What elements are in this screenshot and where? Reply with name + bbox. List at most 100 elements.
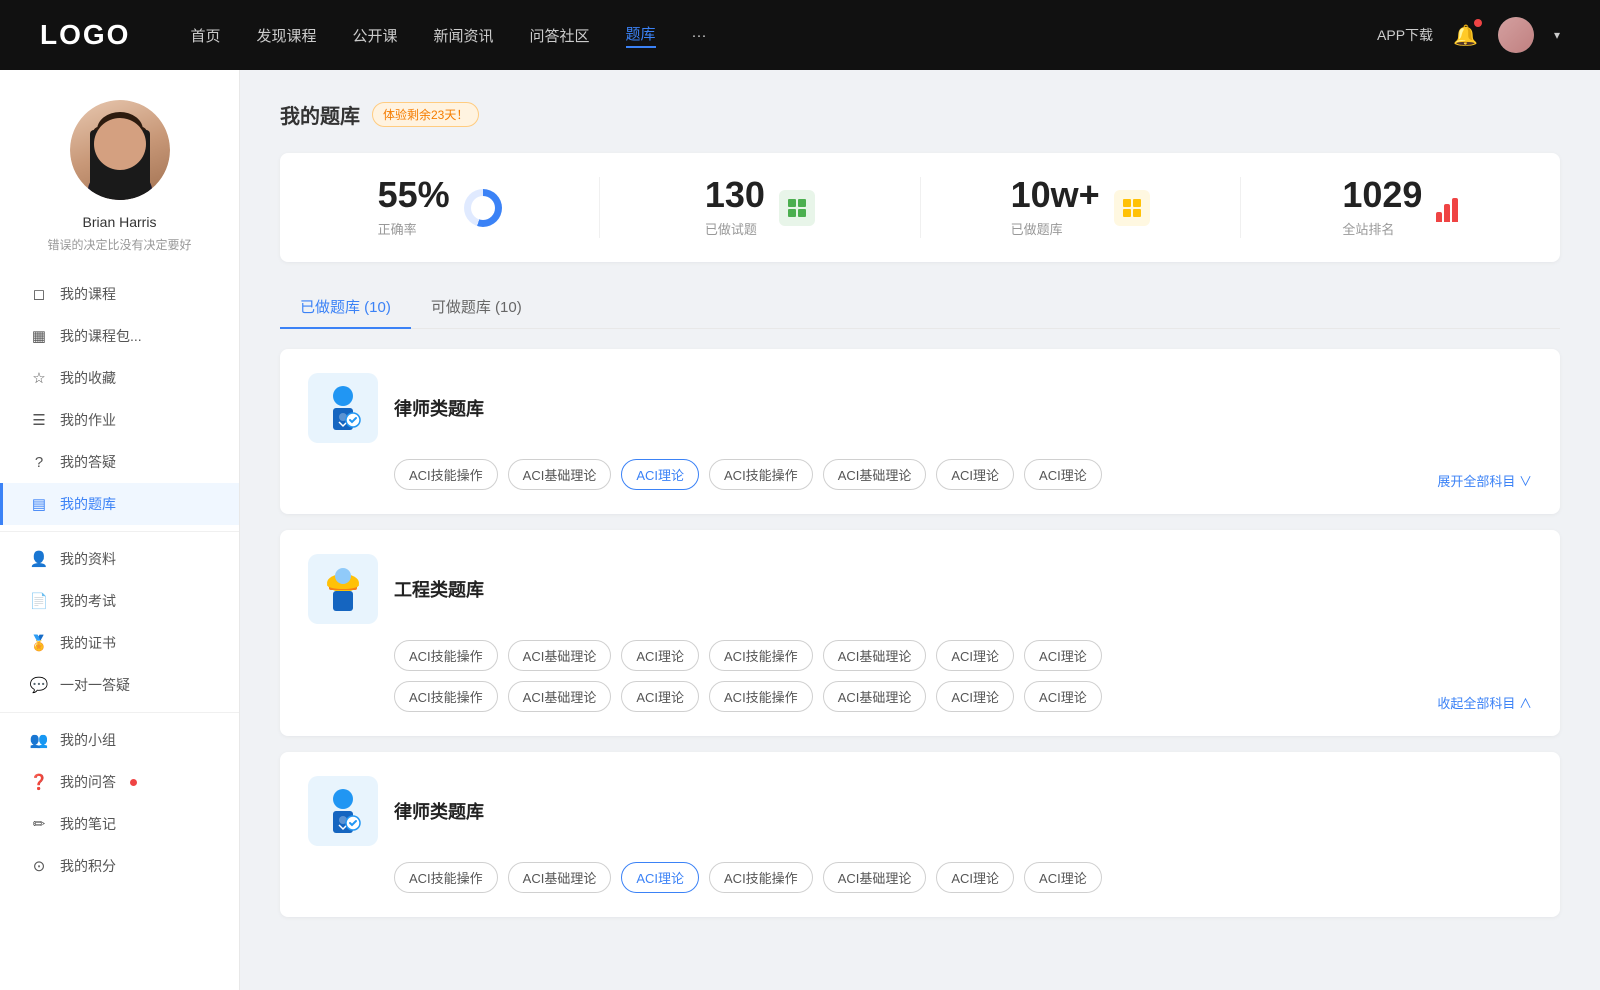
qbank-tag-2-0-2[interactable]: ACI理论 bbox=[621, 640, 699, 671]
sidebar-item-my-course[interactable]: ◻ 我的课程 bbox=[0, 273, 239, 315]
tab-available-qbank[interactable]: 可做题库 (10) bbox=[411, 286, 542, 329]
qbank-tag-2-1-0[interactable]: ACI技能操作 bbox=[394, 681, 498, 712]
qbank-tag-1-4[interactable]: ACI基础理论 bbox=[823, 459, 927, 490]
qbank-tags-3: ACI技能操作 ACI基础理论 ACI理论 ACI技能操作 ACI基础理论 AC… bbox=[394, 862, 1532, 893]
qbank-title-1: 律师类题库 bbox=[394, 395, 484, 421]
user-dropdown-arrow[interactable]: ▾ bbox=[1554, 28, 1560, 42]
main-content: 我的题库 体验剩余23天！ 55% 正确率 130 已做试题 bbox=[240, 70, 1600, 990]
qbank-tag-2-0-1[interactable]: ACI基础理论 bbox=[508, 640, 612, 671]
stat-done-questions-value: 130 bbox=[705, 177, 765, 213]
notification-badge bbox=[1474, 19, 1482, 27]
qbank-tag-3-3[interactable]: ACI技能操作 bbox=[709, 862, 813, 893]
my-group-icon: 👥 bbox=[30, 731, 48, 749]
my-cert-icon: 🏅 bbox=[30, 634, 48, 652]
bar-3 bbox=[1452, 198, 1458, 222]
qbank-tag-2-1-5[interactable]: ACI理论 bbox=[936, 681, 1014, 712]
stat-done-qbanks-text: 10w+ 已做题库 bbox=[1011, 177, 1100, 238]
sidebar-item-my-answers[interactable]: ❓ 我的问答 bbox=[0, 761, 239, 803]
qbank-tag-3-5[interactable]: ACI理论 bbox=[936, 862, 1014, 893]
qbank-collapse-2[interactable]: 收起全部科目 ∧ bbox=[1437, 693, 1532, 712]
sidebar-item-label-my-homework: 我的作业 bbox=[60, 410, 116, 430]
user-motto: 错误的决定比没有决定要好 bbox=[47, 236, 191, 253]
my-homework-icon: ☰ bbox=[30, 411, 48, 429]
my-questions-icon: ? bbox=[30, 453, 48, 471]
sidebar-item-my-group[interactable]: 👥 我的小组 bbox=[0, 719, 239, 761]
qbank-title-3: 律师类题库 bbox=[394, 798, 484, 824]
stat-done-questions-label: 已做试题 bbox=[705, 219, 765, 238]
avatar-image bbox=[1498, 17, 1534, 53]
qbank-tag-2-1-2[interactable]: ACI理论 bbox=[621, 681, 699, 712]
my-profile-icon: 👤 bbox=[30, 550, 48, 568]
qbank-icon-wrap-1 bbox=[308, 373, 378, 443]
qbank-tag-3-2[interactable]: ACI理论 bbox=[621, 862, 699, 893]
tab-done-qbank[interactable]: 已做题库 (10) bbox=[280, 286, 411, 329]
sidebar-nav: ◻ 我的课程 ▦ 我的课程包... ☆ 我的收藏 ☰ 我的作业 ? 我的答疑 ▤… bbox=[0, 273, 239, 887]
qbank-card-engineer-1: 工程类题库 ACI技能操作 ACI基础理论 ACI理论 ACI技能操作 ACI基… bbox=[280, 530, 1560, 736]
qbank-tag-1-2[interactable]: ACI理论 bbox=[621, 459, 699, 490]
qbank-tag-1-1[interactable]: ACI基础理论 bbox=[508, 459, 612, 490]
qbank-card-header-1: 律师类题库 bbox=[308, 373, 1532, 443]
qbank-tag-1-3[interactable]: ACI技能操作 bbox=[709, 459, 813, 490]
qbank-tag-3-1[interactable]: ACI基础理论 bbox=[508, 862, 612, 893]
sidebar-item-my-homework[interactable]: ☰ 我的作业 bbox=[0, 399, 239, 441]
qbank-icon-wrap-3 bbox=[308, 776, 378, 846]
nav-discover[interactable]: 发现课程 bbox=[256, 25, 316, 46]
done-questions-icon bbox=[779, 190, 815, 226]
nav-opencourse[interactable]: 公开课 bbox=[352, 25, 397, 46]
qbank-tags-row-3: ACI技能操作 ACI基础理论 ACI理论 ACI技能操作 ACI基础理论 AC… bbox=[308, 862, 1532, 893]
nav-qa[interactable]: 问答社区 bbox=[530, 25, 590, 46]
stat-done-qbanks: 10w+ 已做题库 bbox=[921, 177, 1241, 238]
nav-home[interactable]: 首页 bbox=[190, 25, 220, 46]
sidebar-item-my-notes[interactable]: ✏ 我的笔记 bbox=[0, 803, 239, 845]
bar-2 bbox=[1444, 204, 1450, 222]
sidebar-item-my-qbank[interactable]: ▤ 我的题库 bbox=[0, 483, 239, 525]
my-answers-icon: ❓ bbox=[30, 773, 48, 791]
sidebar-item-label-my-answers: 我的问答 bbox=[60, 772, 116, 792]
qbank-tags-1: ACI技能操作 ACI基础理论 ACI理论 ACI技能操作 ACI基础理论 AC… bbox=[308, 459, 1437, 490]
qbank-tag-2-1-4[interactable]: ACI基础理论 bbox=[823, 681, 927, 712]
qbank-tag-2-0-5[interactable]: ACI理论 bbox=[936, 640, 1014, 671]
qbank-tag-1-5[interactable]: ACI理论 bbox=[936, 459, 1014, 490]
sidebar-item-my-package[interactable]: ▦ 我的课程包... bbox=[0, 315, 239, 357]
sidebar-item-my-favorites[interactable]: ☆ 我的收藏 bbox=[0, 357, 239, 399]
notification-bell[interactable]: 🔔 bbox=[1453, 23, 1478, 48]
stat-accuracy: 55% 正确率 bbox=[280, 177, 600, 238]
qbank-tag-2-0-3[interactable]: ACI技能操作 bbox=[709, 640, 813, 671]
qbank-tag-1-0[interactable]: ACI技能操作 bbox=[394, 459, 498, 490]
qbank-tag-3-0[interactable]: ACI技能操作 bbox=[394, 862, 498, 893]
qbank-tag-2-0-4[interactable]: ACI基础理论 bbox=[823, 640, 927, 671]
app-download-link[interactable]: APP下载 bbox=[1377, 25, 1433, 45]
qbank-tag-1-6[interactable]: ACI理论 bbox=[1024, 459, 1102, 490]
sidebar-item-my-points[interactable]: ⊙ 我的积分 bbox=[0, 845, 239, 887]
sidebar-item-my-questions[interactable]: ? 我的答疑 bbox=[0, 441, 239, 483]
sidebar-item-one-on-one[interactable]: 💬 一对一答疑 bbox=[0, 664, 239, 706]
qbank-card-lawyer-1: 律师类题库 ACI技能操作 ACI基础理论 ACI理论 ACI技能操作 ACI基… bbox=[280, 349, 1560, 514]
nav-news[interactable]: 新闻资讯 bbox=[434, 25, 494, 46]
qbank-tag-3-6[interactable]: ACI理论 bbox=[1024, 862, 1102, 893]
qbank-tag-2-0-0[interactable]: ACI技能操作 bbox=[394, 640, 498, 671]
sidebar-item-my-cert[interactable]: 🏅 我的证书 bbox=[0, 622, 239, 664]
sidebar-item-my-profile[interactable]: 👤 我的资料 bbox=[0, 538, 239, 580]
done-qbanks-icon bbox=[1114, 190, 1150, 226]
navbar-right: APP下载 🔔 ▾ bbox=[1377, 17, 1560, 53]
nav-menu: 首页 发现课程 公开课 新闻资讯 问答社区 题库 ··· bbox=[190, 23, 1377, 48]
qbank-card-header-3: 律师类题库 bbox=[308, 776, 1532, 846]
qbank-tag-2-0-6[interactable]: ACI理论 bbox=[1024, 640, 1102, 671]
qbank-tag-3-4[interactable]: ACI基础理论 bbox=[823, 862, 927, 893]
stat-site-rank-text: 1029 全站排名 bbox=[1342, 177, 1422, 238]
sidebar-item-my-exam[interactable]: 📄 我的考试 bbox=[0, 580, 239, 622]
accuracy-pie-chart bbox=[464, 189, 502, 227]
navbar: LOGO 首页 发现课程 公开课 新闻资讯 问答社区 题库 ··· APP下载 … bbox=[0, 0, 1600, 70]
sidebar-item-label-my-points: 我的积分 bbox=[60, 856, 116, 876]
qbank-tags-row-2-0: ACI技能操作 ACI基础理论 ACI理论 ACI技能操作 ACI基础理论 AC… bbox=[308, 640, 1532, 671]
qbank-tag-2-1-1[interactable]: ACI基础理论 bbox=[508, 681, 612, 712]
user-avatar[interactable] bbox=[1498, 17, 1534, 53]
one-on-one-icon: 💬 bbox=[30, 676, 48, 694]
nav-qbank[interactable]: 题库 bbox=[626, 23, 656, 48]
qbank-tag-2-1-6[interactable]: ACI理论 bbox=[1024, 681, 1102, 712]
stat-done-qbanks-label: 已做题库 bbox=[1011, 219, 1100, 238]
qbank-title-2: 工程类题库 bbox=[394, 576, 484, 602]
qbank-tag-2-1-3[interactable]: ACI技能操作 bbox=[709, 681, 813, 712]
nav-more[interactable]: ··· bbox=[692, 27, 707, 44]
qbank-expand-1[interactable]: 展开全部科目 ∨ bbox=[1437, 471, 1532, 490]
